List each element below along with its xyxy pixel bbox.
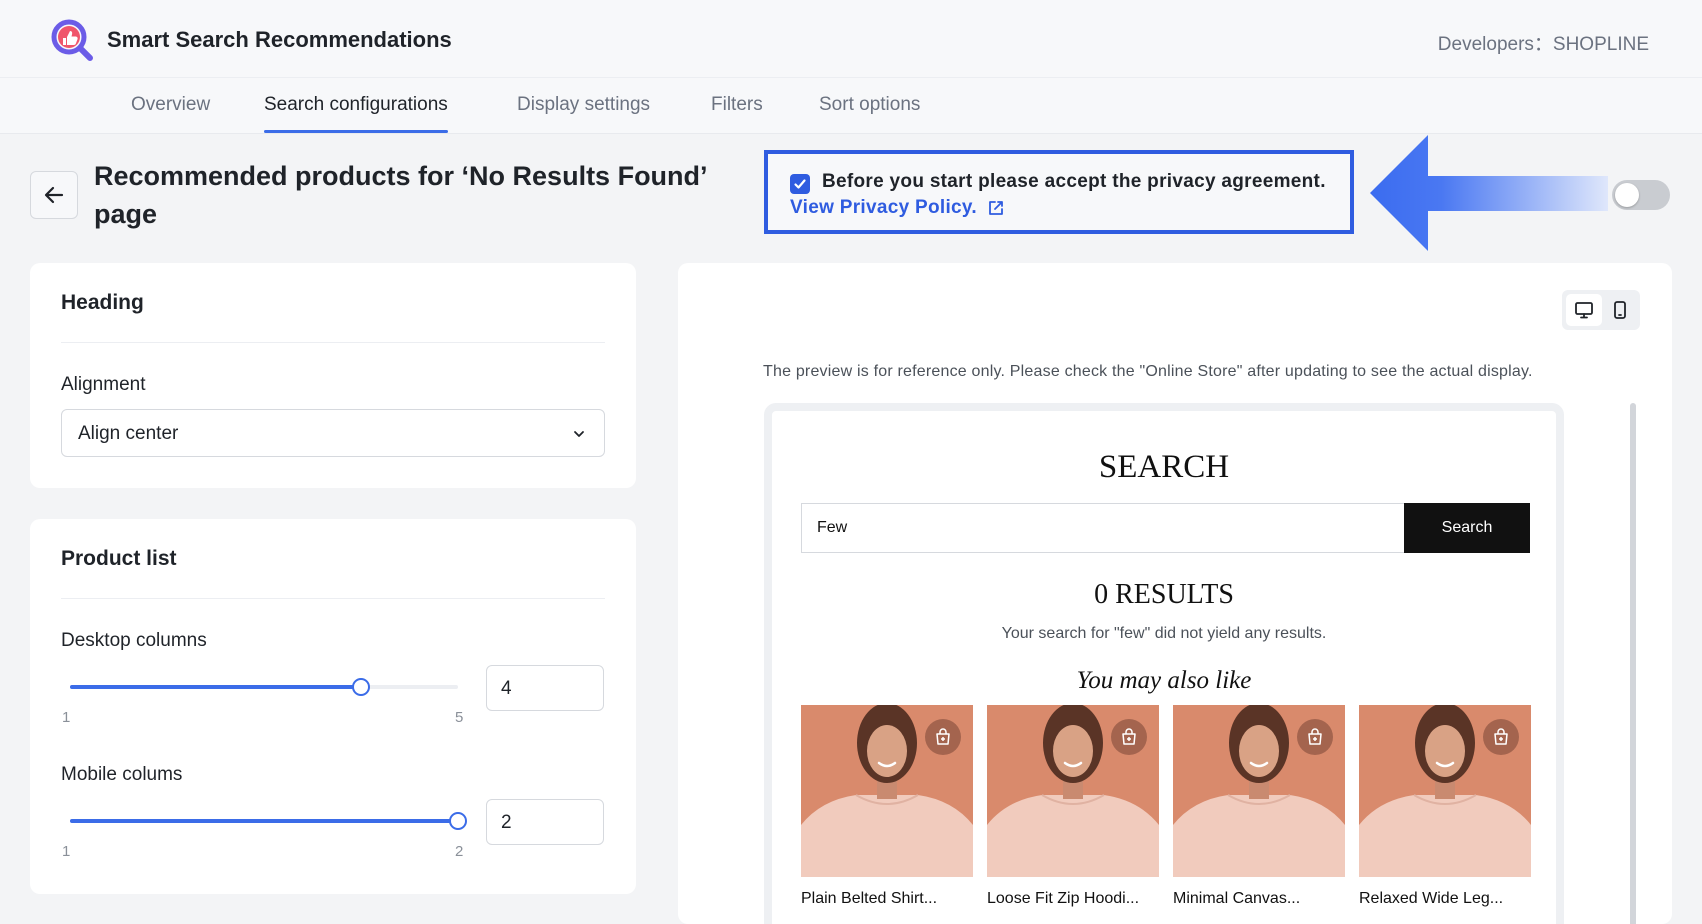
add-to-cart-icon[interactable] bbox=[1297, 719, 1333, 755]
tab-sort-options[interactable]: Sort options bbox=[819, 94, 920, 116]
desktop-columns-input[interactable]: 4 bbox=[486, 665, 604, 711]
desktop-columns-slider[interactable] bbox=[70, 678, 458, 696]
privacy-agreement-box: Before you start please accept the priva… bbox=[764, 150, 1354, 234]
product-name: Relaxed Wide Leg... bbox=[1359, 890, 1504, 907]
mobile-columns-slider[interactable] bbox=[70, 812, 467, 830]
preview-panel: The preview is for reference only. Pleas… bbox=[678, 263, 1672, 924]
tab-filters[interactable]: Filters bbox=[711, 94, 763, 116]
app-header: Smart Search Recommendations Developers：… bbox=[0, 0, 1702, 78]
desktop-view-button[interactable] bbox=[1566, 294, 1602, 326]
preview-note: The preview is for reference only. Pleas… bbox=[763, 363, 1533, 380]
privacy-link-label: View Privacy Policy. bbox=[790, 197, 977, 218]
product-card[interactable]: Minimal Canvas... bbox=[1173, 705, 1345, 908]
view-privacy-policy-link[interactable]: View Privacy Policy. bbox=[790, 197, 1005, 219]
tab-bar: Overview Search configurations Display s… bbox=[0, 78, 1702, 134]
magnifier-thumbs-up-logo-icon bbox=[51, 19, 93, 61]
checkmark-icon bbox=[794, 179, 806, 189]
product-image bbox=[801, 705, 973, 877]
product-card[interactable]: Plain Belted Shirt... bbox=[801, 705, 973, 908]
desktop-slider-min: 1 bbox=[62, 709, 71, 726]
privacy-agreement-text: Before you start please accept the priva… bbox=[822, 171, 1326, 192]
mobile-view-button[interactable] bbox=[1602, 294, 1638, 326]
tab-overview[interactable]: Overview bbox=[131, 94, 210, 116]
product-list-card: Product list Desktop columns 1 5 4 Mobil… bbox=[30, 519, 636, 894]
desktop-columns-label: Desktop columns bbox=[61, 630, 207, 651]
product-card[interactable]: Loose Fit Zip Hoodi... bbox=[987, 705, 1159, 908]
desktop-slider-fill bbox=[70, 685, 361, 689]
product-list-title: Product list bbox=[61, 547, 177, 570]
results-count-title: 0 RESULTS bbox=[1094, 579, 1234, 610]
external-link-icon bbox=[989, 201, 1003, 215]
add-to-cart-icon[interactable] bbox=[925, 719, 961, 755]
mobile-columns-label: Mobile colums bbox=[61, 764, 183, 785]
chevron-down-icon bbox=[574, 431, 584, 437]
storefront-search-heading: SEARCH bbox=[1098, 449, 1230, 485]
alignment-label: Alignment bbox=[61, 374, 146, 395]
heading-divider bbox=[61, 342, 605, 343]
enable-toggle[interactable] bbox=[1612, 180, 1670, 210]
developers-label: Developers： bbox=[1437, 34, 1553, 55]
product-card[interactable]: Relaxed Wide Leg... bbox=[1359, 705, 1531, 908]
developers-value: SHOPLINE bbox=[1552, 34, 1649, 55]
product-list-divider bbox=[61, 598, 605, 599]
alignment-select[interactable]: Align center bbox=[61, 409, 605, 457]
product-name: Plain Belted Shirt... bbox=[801, 890, 938, 907]
mobile-slider-min: 1 bbox=[62, 843, 71, 860]
privacy-checkbox[interactable] bbox=[790, 174, 810, 194]
mobile-slider-max: 2 bbox=[455, 843, 464, 860]
storefront-search-input[interactable]: Few bbox=[801, 503, 1405, 553]
product-name: Minimal Canvas... bbox=[1173, 890, 1301, 907]
annotation-arrow-icon bbox=[1370, 135, 1608, 251]
heading-card: Heading Alignment Align center bbox=[30, 263, 636, 488]
product-name: Loose Fit Zip Hoodi... bbox=[987, 890, 1140, 907]
desktop-icon bbox=[1575, 302, 1593, 319]
arrow-left-icon bbox=[44, 186, 64, 204]
results-message: Your search for "few" did not yield any … bbox=[1001, 625, 1327, 642]
desktop-slider-max: 5 bbox=[455, 709, 464, 726]
product-image bbox=[1173, 705, 1345, 877]
alignment-select-value: Align center bbox=[78, 423, 179, 444]
mobile-slider-thumb[interactable] bbox=[449, 812, 467, 830]
mobile-icon bbox=[1614, 301, 1626, 319]
desktop-slider-thumb[interactable] bbox=[352, 678, 370, 696]
add-to-cart-icon[interactable] bbox=[1483, 719, 1519, 755]
also-like-heading: You may also like bbox=[1076, 667, 1252, 694]
developers-info: Developers：SHOPLINE bbox=[1438, 29, 1649, 56]
preview-scrollbar[interactable] bbox=[1630, 403, 1636, 924]
heading-card-title: Heading bbox=[61, 291, 144, 314]
mobile-slider-fill bbox=[70, 819, 458, 823]
tab-display-settings[interactable]: Display settings bbox=[517, 94, 650, 116]
device-toggle bbox=[1562, 290, 1640, 330]
add-to-cart-icon[interactable] bbox=[1111, 719, 1147, 755]
tab-search-configurations[interactable]: Search configurations bbox=[264, 94, 448, 133]
app-title: Smart Search Recommendations bbox=[107, 27, 452, 52]
mobile-columns-input[interactable]: 2 bbox=[486, 799, 604, 845]
page-title: Recommended products for ‘No Results Fou… bbox=[94, 161, 707, 229]
product-image bbox=[987, 705, 1159, 877]
storefront-search-button[interactable]: Search bbox=[1404, 503, 1530, 553]
storefront-preview-frame: SEARCH Few Search 0 RESULTS Your search … bbox=[764, 403, 1564, 924]
back-button[interactable] bbox=[30, 171, 78, 219]
product-image bbox=[1359, 705, 1531, 877]
